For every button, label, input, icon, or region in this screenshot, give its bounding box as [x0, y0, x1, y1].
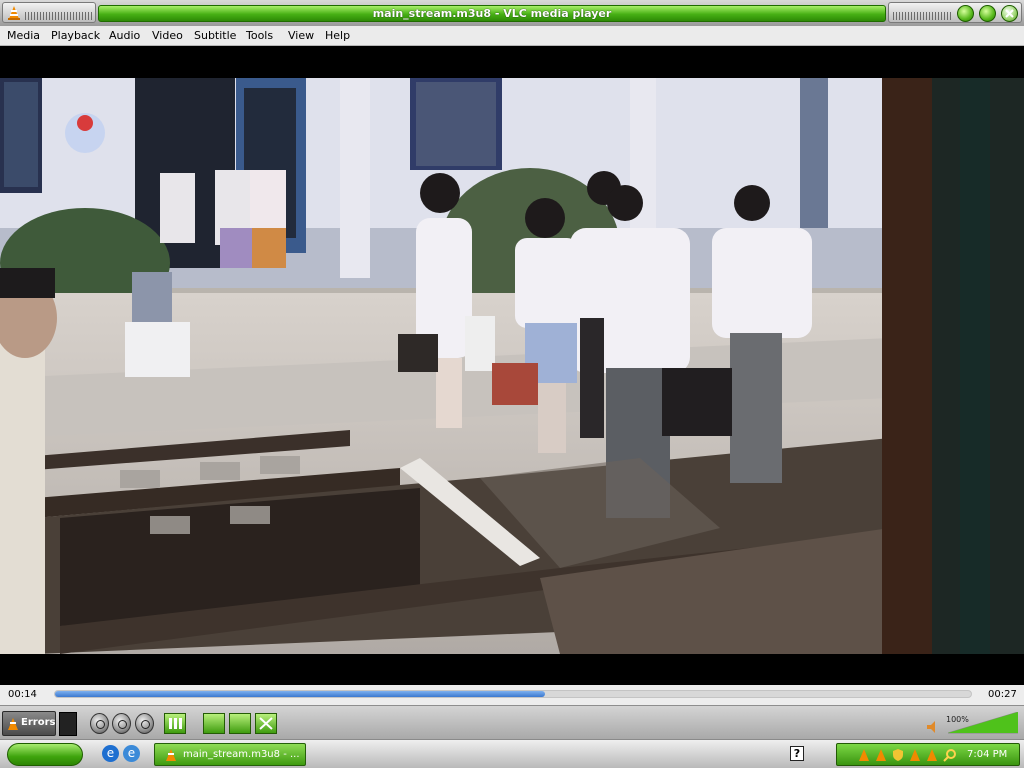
taskbar-vlc-label: main_stream.m3u8 - ... [183, 749, 300, 760]
vlc-tray-icon-3[interactable] [908, 748, 922, 762]
shield-icon[interactable] [891, 748, 905, 762]
close-icon [1005, 9, 1014, 18]
title-tab-left[interactable] [2, 2, 96, 23]
menu-tools[interactable]: Tools [246, 29, 273, 42]
vlc-cone-icon [166, 749, 176, 761]
volume-slider[interactable] [948, 712, 1018, 734]
fullscreen-button[interactable] [255, 713, 277, 734]
seek-area: 00:14 00:27 [0, 685, 1024, 705]
fullscreen-icon [259, 717, 273, 730]
speaker-icon[interactable] [926, 720, 940, 734]
elapsed-time: 00:14 [8, 689, 37, 700]
start-button[interactable] [7, 743, 83, 766]
title-bar[interactable]: main_stream.m3u8 - VLC media player [0, 0, 1024, 26]
stop-button[interactable] [59, 712, 77, 736]
minimize-button[interactable] [957, 5, 974, 22]
video-area[interactable] [0, 46, 1024, 685]
menu-subtitle[interactable]: Subtitle [194, 29, 236, 42]
next-button[interactable] [135, 713, 154, 734]
prev-button[interactable] [90, 713, 109, 734]
system-tray: 7:04 PM [836, 743, 1020, 766]
menu-media[interactable]: Media [7, 29, 40, 42]
taskbar: e e main_stream.m3u8 - ... ? 7:04 PM [0, 739, 1024, 768]
help-icon[interactable]: ? [790, 746, 804, 761]
menu-playback[interactable]: Playback [51, 29, 100, 42]
menu-audio[interactable]: Audio [109, 29, 140, 42]
playlist-button[interactable] [164, 713, 186, 734]
title-tab-right [888, 2, 1022, 23]
total-time: 00:27 [988, 689, 1017, 700]
vlc-cone-icon [8, 718, 18, 730]
vlc-tray-icon-4[interactable] [925, 748, 939, 762]
stop-round-button[interactable] [112, 713, 131, 734]
extended-button[interactable] [229, 713, 251, 734]
title-caption: main_stream.m3u8 - VLC media player [98, 5, 886, 22]
video-frame[interactable] [0, 78, 1024, 654]
quicklaunch-icon[interactable]: e [123, 745, 140, 762]
title-grip-left [25, 12, 93, 20]
vlc-tray-icon[interactable] [857, 748, 871, 762]
seek-bar-fill [55, 691, 546, 697]
search-icon[interactable] [943, 748, 957, 762]
vlc-window: main_stream.m3u8 - VLC media player Medi… [0, 0, 1024, 768]
vlc-cone-icon [8, 6, 20, 20]
menu-help[interactable]: Help [325, 29, 350, 42]
menu-bar: Media Playback Audio Video Subtitle Tool… [0, 26, 1024, 46]
playlist-icon [169, 718, 182, 729]
menu-view[interactable]: View [288, 29, 314, 42]
menu-video[interactable]: Video [152, 29, 183, 42]
errors-label: Errors [21, 717, 56, 728]
window-title: main_stream.m3u8 - VLC media player [372, 7, 612, 20]
maximize-button[interactable] [979, 5, 996, 22]
close-button[interactable] [1001, 5, 1018, 22]
taskbar-vlc-button[interactable]: main_stream.m3u8 - ... [154, 743, 306, 766]
clock: 7:04 PM [967, 749, 1008, 760]
vlc-tray-icon-2[interactable] [874, 748, 888, 762]
ie-icon[interactable]: e [102, 745, 119, 762]
errors-button[interactable]: Errors [2, 711, 56, 736]
seek-bar[interactable] [54, 690, 972, 698]
title-grip-right [893, 12, 953, 20]
controls-bar: Errors 100% [0, 705, 1024, 739]
effects-button[interactable] [203, 713, 225, 734]
